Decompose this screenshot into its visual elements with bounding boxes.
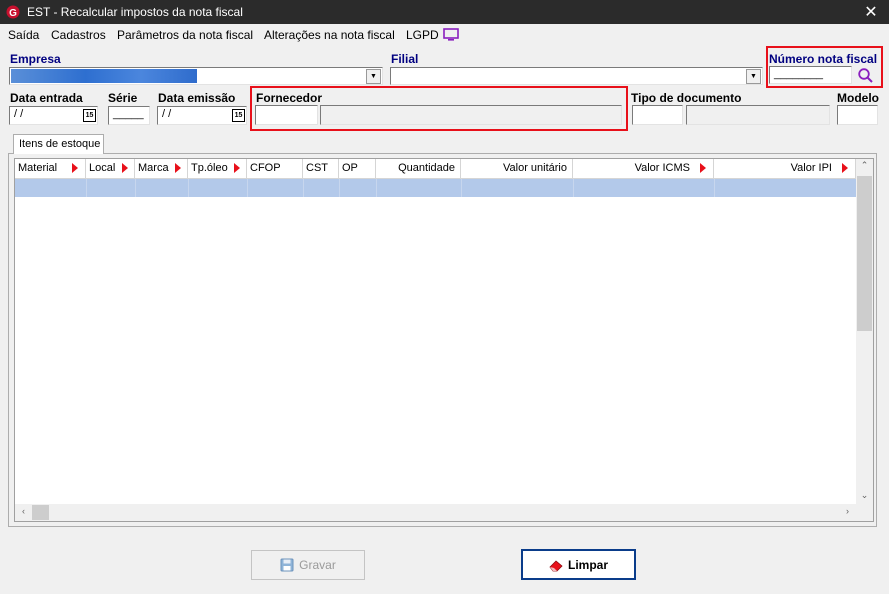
row-separator — [188, 179, 189, 197]
row-separator — [86, 179, 87, 197]
fornecedor-code-input[interactable] — [255, 105, 318, 125]
horizontal-scroll-thumb[interactable] — [32, 505, 49, 520]
row-separator — [339, 179, 340, 197]
column-header-cst[interactable]: CST — [303, 159, 339, 179]
menu-parametros[interactable]: Parâmetros da nota fiscal — [117, 28, 253, 42]
title-bar: G EST - Recalcular impostos da nota fisc… — [0, 0, 889, 24]
data-entrada-label: Data entrada — [10, 91, 83, 105]
tab-itens-estoque[interactable]: Itens de estoque — [13, 134, 104, 154]
data-emissao-value: / / — [162, 108, 172, 120]
filial-label: Filial — [391, 52, 419, 66]
filial-select[interactable]: ▼ — [390, 67, 763, 85]
fornecedor-label: Fornecedor — [256, 91, 323, 105]
red-triangle-icon — [842, 163, 848, 173]
fornecedor-name-field — [320, 105, 622, 125]
calendar-icon[interactable]: 15 — [83, 109, 96, 122]
red-triangle-icon — [122, 163, 128, 173]
limpar-button[interactable]: Limpar — [521, 549, 636, 580]
items-grid[interactable]: Material Local Marca Tp.óleo CFOP CST OP… — [14, 158, 874, 522]
eraser-icon — [549, 559, 563, 571]
selected-row[interactable] — [15, 179, 856, 197]
horizontal-scrollbar[interactable]: ‹ › — [15, 504, 856, 521]
modelo-input[interactable] — [837, 105, 878, 125]
menu-saida[interactable]: Saída — [8, 28, 39, 42]
column-header-valor-unitario[interactable]: Valor unitário — [461, 159, 573, 179]
data-emissao-label: Data emissão — [158, 91, 236, 105]
vertical-scroll-thumb[interactable] — [857, 176, 872, 331]
column-header-cfop[interactable]: CFOP — [247, 159, 303, 179]
red-triangle-icon — [234, 163, 240, 173]
row-separator — [573, 179, 574, 197]
tipo-documento-code-input[interactable] — [632, 105, 683, 125]
row-separator — [135, 179, 136, 197]
chevron-down-icon[interactable]: ▼ — [746, 69, 761, 84]
chevron-up-icon[interactable]: ⌃ — [856, 160, 873, 171]
red-triangle-icon — [175, 163, 181, 173]
modelo-label: Modelo — [837, 91, 879, 105]
row-separator — [303, 179, 304, 197]
chevron-right-icon[interactable]: › — [839, 506, 856, 516]
data-entrada-input[interactable]: / / 15 — [9, 106, 98, 125]
empresa-select[interactable]: ▼ — [9, 67, 383, 85]
empresa-label: Empresa — [10, 52, 61, 66]
calendar-icon[interactable]: 15 — [232, 109, 245, 122]
gravar-button[interactable]: Gravar — [251, 550, 365, 580]
row-separator — [461, 179, 462, 197]
save-icon — [280, 558, 294, 572]
tipo-documento-label: Tipo de documento — [631, 91, 742, 105]
limpar-label: Limpar — [567, 557, 608, 572]
row-separator — [247, 179, 248, 197]
close-button[interactable]: ✕ — [853, 0, 889, 24]
serie-label: Série — [108, 91, 138, 105]
column-header-quantidade[interactable]: Quantidade — [376, 159, 461, 179]
numero-nf-label: Número nota fiscal — [769, 52, 878, 66]
column-header-valor-icms[interactable]: Valor ICMS — [573, 159, 714, 179]
monitor-icon[interactable] — [443, 28, 459, 41]
window-title: EST - Recalcular impostos da nota fiscal — [27, 5, 243, 19]
empresa-value-redacted — [11, 69, 197, 83]
tipo-documento-name-field — [686, 105, 830, 125]
red-triangle-icon — [700, 163, 706, 173]
column-header-valor-ipi[interactable]: Valor IPI — [714, 159, 856, 179]
gravar-label: Gravar — [299, 558, 336, 572]
row-separator — [376, 179, 377, 197]
chevron-down-icon[interactable]: ⌄ — [856, 490, 873, 501]
chevron-down-icon[interactable]: ▼ — [366, 69, 381, 84]
menu-lgpd[interactable]: LGPD — [406, 28, 439, 42]
app-logo-icon: G — [6, 5, 20, 19]
search-icon[interactable] — [857, 67, 874, 84]
red-triangle-icon — [72, 163, 78, 173]
menu-alteracoes[interactable]: Alterações na nota fiscal — [264, 28, 395, 42]
scrollbar-corner — [856, 504, 873, 521]
data-emissao-input[interactable]: / / 15 — [157, 106, 247, 125]
chevron-left-icon[interactable]: ‹ — [15, 506, 32, 516]
row-separator — [714, 179, 715, 197]
data-entrada-value: / / — [14, 108, 24, 120]
menu-cadastros[interactable]: Cadastros — [51, 28, 106, 42]
numero-nf-input[interactable]: ________ — [769, 66, 852, 84]
column-header-op[interactable]: OP — [339, 159, 376, 179]
vertical-scrollbar[interactable]: ⌃ ⌄ — [856, 159, 873, 505]
svg-text:G: G — [9, 8, 17, 19]
serie-input[interactable]: _____ — [108, 106, 150, 125]
